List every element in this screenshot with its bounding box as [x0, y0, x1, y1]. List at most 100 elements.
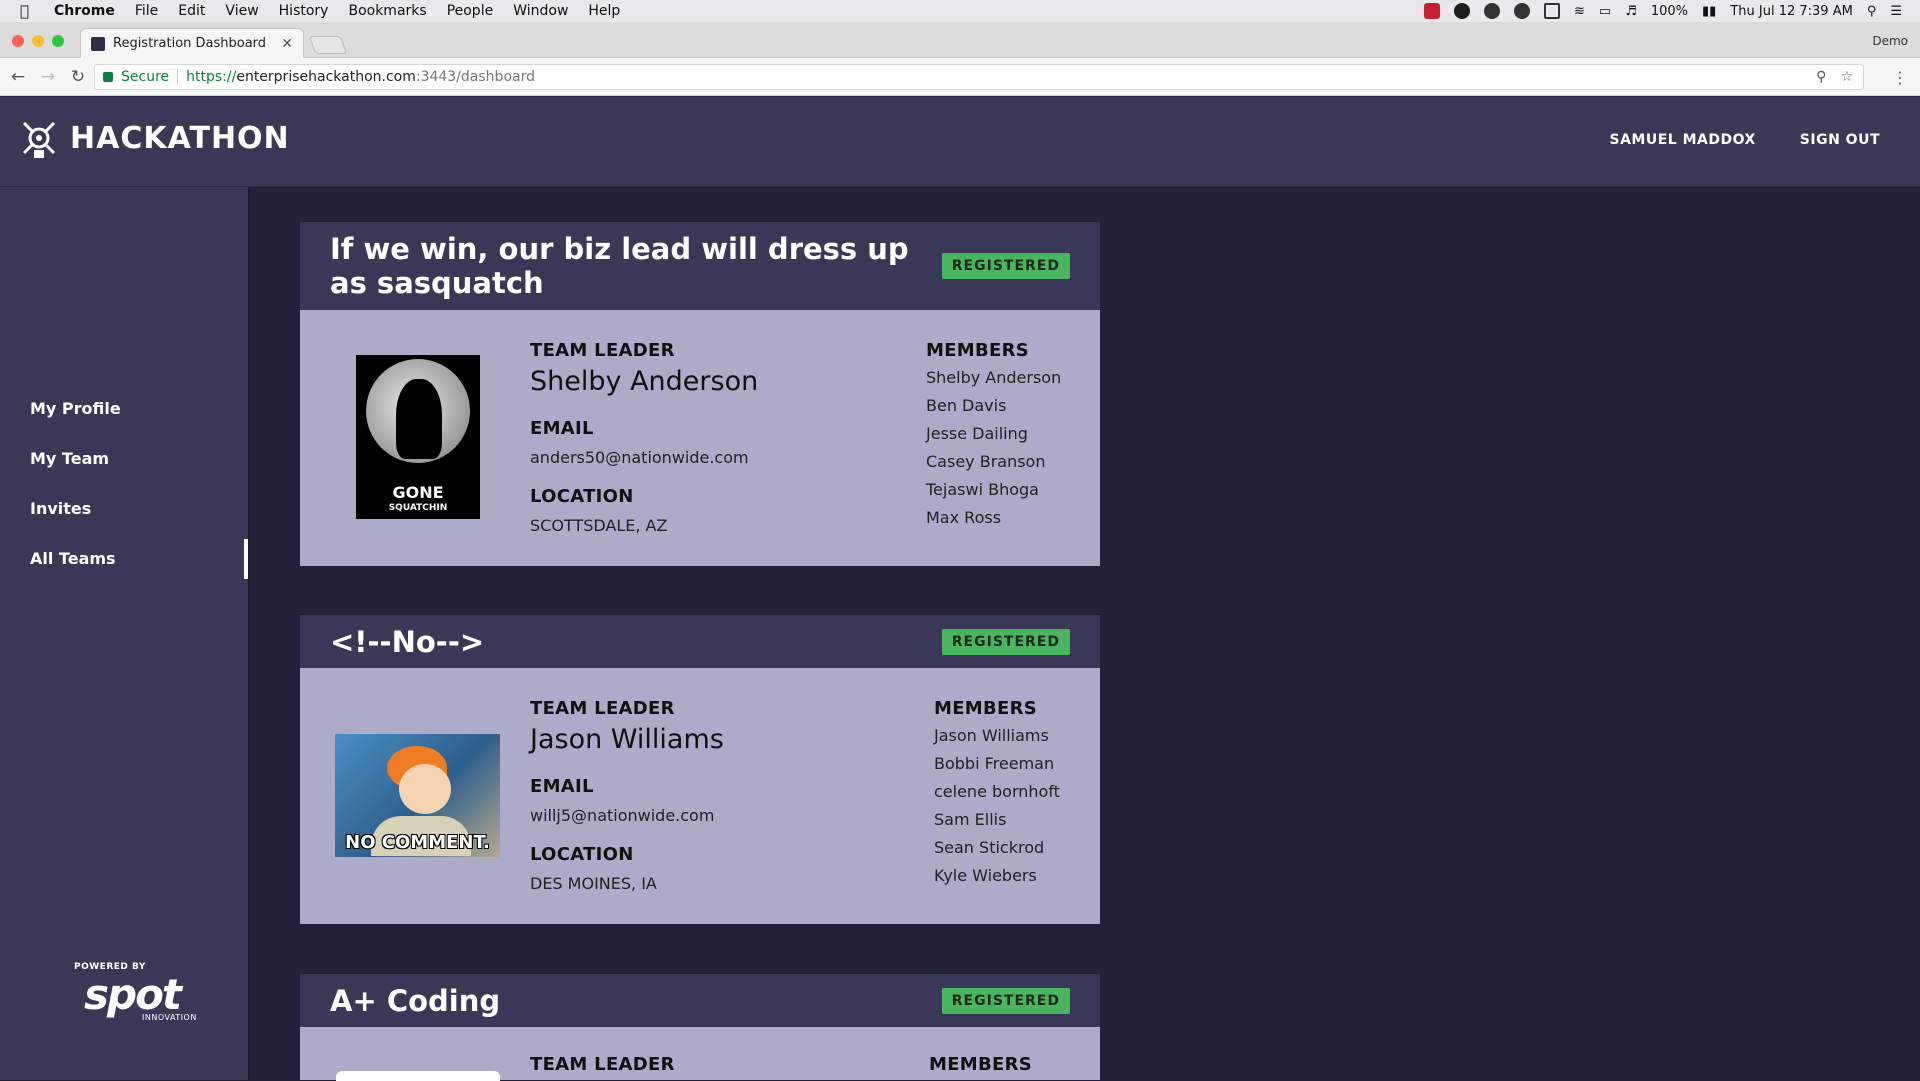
team-card-body: NO COMMENT. TEAM LEADER Jason Williams E…	[300, 668, 1100, 924]
bookmark-star-icon[interactable]: ☆	[1840, 69, 1853, 85]
time-machine-icon[interactable]	[1513, 3, 1530, 19]
browser-tab-strip: Registration Dashboard ✕ Demo	[0, 22, 1920, 58]
team-location: DES MOINES, IA	[530, 874, 657, 893]
team-leader-name: Shelby Anderson	[530, 366, 759, 397]
os-menu-bar:  Chrome File Edit View History Bookmark…	[0, 0, 1920, 22]
logo-text[interactable]: HACKATHON	[70, 121, 290, 156]
clock[interactable]: Thu Jul 12 7:39 AM	[1730, 4, 1852, 19]
member-name: Sean Stickrod	[934, 838, 1045, 857]
airplay-icon[interactable]: ▭	[1599, 4, 1611, 19]
security-icon[interactable]	[1483, 3, 1500, 19]
browser-toolbar: ← → ↻ Secure https://enterprisehackathon…	[0, 58, 1920, 96]
meme-face-shape	[399, 764, 451, 814]
team-leader-label: TEAM LEADER	[530, 340, 675, 361]
member-name: Shelby Anderson	[926, 368, 1062, 387]
battery-percent: 100%	[1650, 3, 1689, 19]
volume-icon[interactable]: ♬	[1625, 4, 1637, 19]
sidebar-item-my-team[interactable]: My Team	[30, 449, 109, 468]
member-name: Kyle Wiebers	[934, 866, 1037, 885]
email-label: EMAIL	[530, 418, 594, 439]
status-tray: ≋ ▭ ♬ 100% ▮▮ Thu Jul 12 7:39 AM ⚲ ☰	[1423, 0, 1902, 22]
sidebar: My Profile My Team Invites All Teams POW…	[0, 187, 250, 1080]
active-indicator	[244, 539, 248, 579]
member-name: Ben Davis	[926, 396, 1007, 415]
team-leader-label: TEAM LEADER	[530, 698, 675, 719]
members-label: MEMBERS	[926, 340, 1030, 361]
app-header: HACKATHON SAMUEL MADDOX SIGN OUT	[0, 97, 1920, 187]
secure-label: Secure	[121, 69, 170, 85]
notification-center-icon[interactable]: ☰	[1890, 4, 1902, 19]
wifi-icon[interactable]: ≋	[1574, 4, 1585, 19]
avatar-caption: GONE	[392, 483, 444, 502]
user-name-link[interactable]: SAMUEL MADDOX	[1610, 132, 1756, 148]
hackathon-favicon-icon	[91, 36, 105, 51]
location-label: LOCATION	[530, 486, 634, 507]
reload-icon[interactable]: ↻	[66, 67, 90, 87]
team-email: anders50@nationwide.com	[530, 448, 749, 467]
team-avatar-image: GONE SQUATCHIN	[356, 355, 480, 519]
fullscreen-window-button[interactable]	[52, 35, 64, 47]
team-card-header: <!--No--> REGISTERED	[300, 615, 1100, 668]
team-name: A+ Coding	[330, 983, 501, 1018]
url-path: :3443/dashboard	[415, 69, 535, 85]
address-bar[interactable]: Secure https://enterprisehackathon.com:3…	[94, 64, 1864, 90]
member-name: Sam Ellis	[934, 810, 1007, 829]
team-avatar-image: NO COMMENT.	[335, 734, 500, 857]
profile-name[interactable]: Demo	[1872, 34, 1908, 48]
forward-arrow-icon[interactable]: →	[36, 67, 60, 87]
apple-icon[interactable]: 	[20, 3, 36, 19]
location-label: LOCATION	[530, 844, 634, 865]
app-status-icon[interactable]	[1453, 3, 1470, 19]
key-icon[interactable]: ⚲	[1816, 69, 1826, 85]
bluetooth-icon[interactable]	[1543, 3, 1560, 19]
status-badge: REGISTERED	[941, 253, 1070, 279]
team-name: <!--No-->	[330, 624, 485, 659]
chrome-menu-icon[interactable]: ⋮	[1892, 68, 1908, 87]
menu-chrome[interactable]: Chrome	[54, 3, 115, 19]
browser-tab[interactable]: Registration Dashboard ✕	[80, 28, 304, 58]
url-host: enterprisehackathon.com	[236, 69, 416, 85]
menu-people[interactable]: People	[447, 3, 494, 19]
team-leader-label: TEAM LEADER	[530, 1054, 675, 1075]
member-name: Max Ross	[926, 508, 1002, 527]
menu-view[interactable]: View	[225, 3, 258, 19]
email-label: EMAIL	[530, 776, 594, 797]
menu-bookmarks[interactable]: Bookmarks	[348, 3, 426, 19]
shield-icon[interactable]	[1423, 3, 1440, 19]
member-name: Jesse Dailing	[926, 424, 1028, 443]
member-name: Tejaswi Bhoga	[926, 480, 1039, 499]
team-location: SCOTTSDALE, AZ	[530, 516, 668, 535]
spotlight-icon[interactable]: ⚲	[1867, 4, 1877, 19]
battery-icon[interactable]: ▮▮	[1702, 4, 1716, 19]
spot-logo-subtitle: INNOVATION	[142, 1013, 197, 1022]
member-name: Bobbi Freeman	[934, 754, 1055, 773]
team-leader-name: Jason Williams	[530, 724, 724, 755]
menu-edit[interactable]: Edit	[178, 3, 205, 19]
team-card: If we win, our biz lead will dress up as…	[300, 222, 1100, 566]
minimize-window-button[interactable]	[32, 35, 44, 47]
new-tab-button[interactable]	[308, 36, 348, 54]
sidebar-item-invites[interactable]: Invites	[30, 499, 91, 518]
lock-icon[interactable]	[103, 72, 113, 82]
members-list: Shelby Anderson Ben Davis Jesse Dailing …	[926, 364, 1061, 532]
menu-file[interactable]: File	[135, 3, 158, 19]
close-window-button[interactable]	[12, 35, 24, 47]
members-label: MEMBERS	[934, 698, 1038, 719]
back-arrow-icon[interactable]: ←	[6, 67, 30, 87]
sidebar-item-my-profile[interactable]: My Profile	[30, 399, 121, 418]
menu-help[interactable]: Help	[588, 3, 620, 19]
close-tab-icon[interactable]: ✕	[281, 36, 293, 52]
sidebar-item-all-teams[interactable]: All Teams	[30, 549, 116, 568]
team-card-body: TEAM LEADER MEMBERS	[300, 1027, 1100, 1081]
menu-history[interactable]: History	[279, 3, 329, 19]
team-card: <!--No--> REGISTERED NO COMMENT. TEAM LE…	[300, 615, 1100, 924]
divider	[177, 69, 179, 85]
avatar-subcaption: SQUATCHIN	[388, 503, 448, 513]
sasquatch-silhouette	[396, 379, 442, 459]
sign-out-link[interactable]: SIGN OUT	[1800, 132, 1880, 148]
hackathon-logo-icon[interactable]	[20, 120, 58, 160]
members-label: MEMBERS	[929, 1054, 1033, 1075]
menu-window[interactable]: Window	[513, 3, 568, 19]
team-card-header: If we win, our biz lead will dress up as…	[300, 222, 1100, 310]
avatar-caption: NO COMMENT.	[345, 832, 490, 853]
